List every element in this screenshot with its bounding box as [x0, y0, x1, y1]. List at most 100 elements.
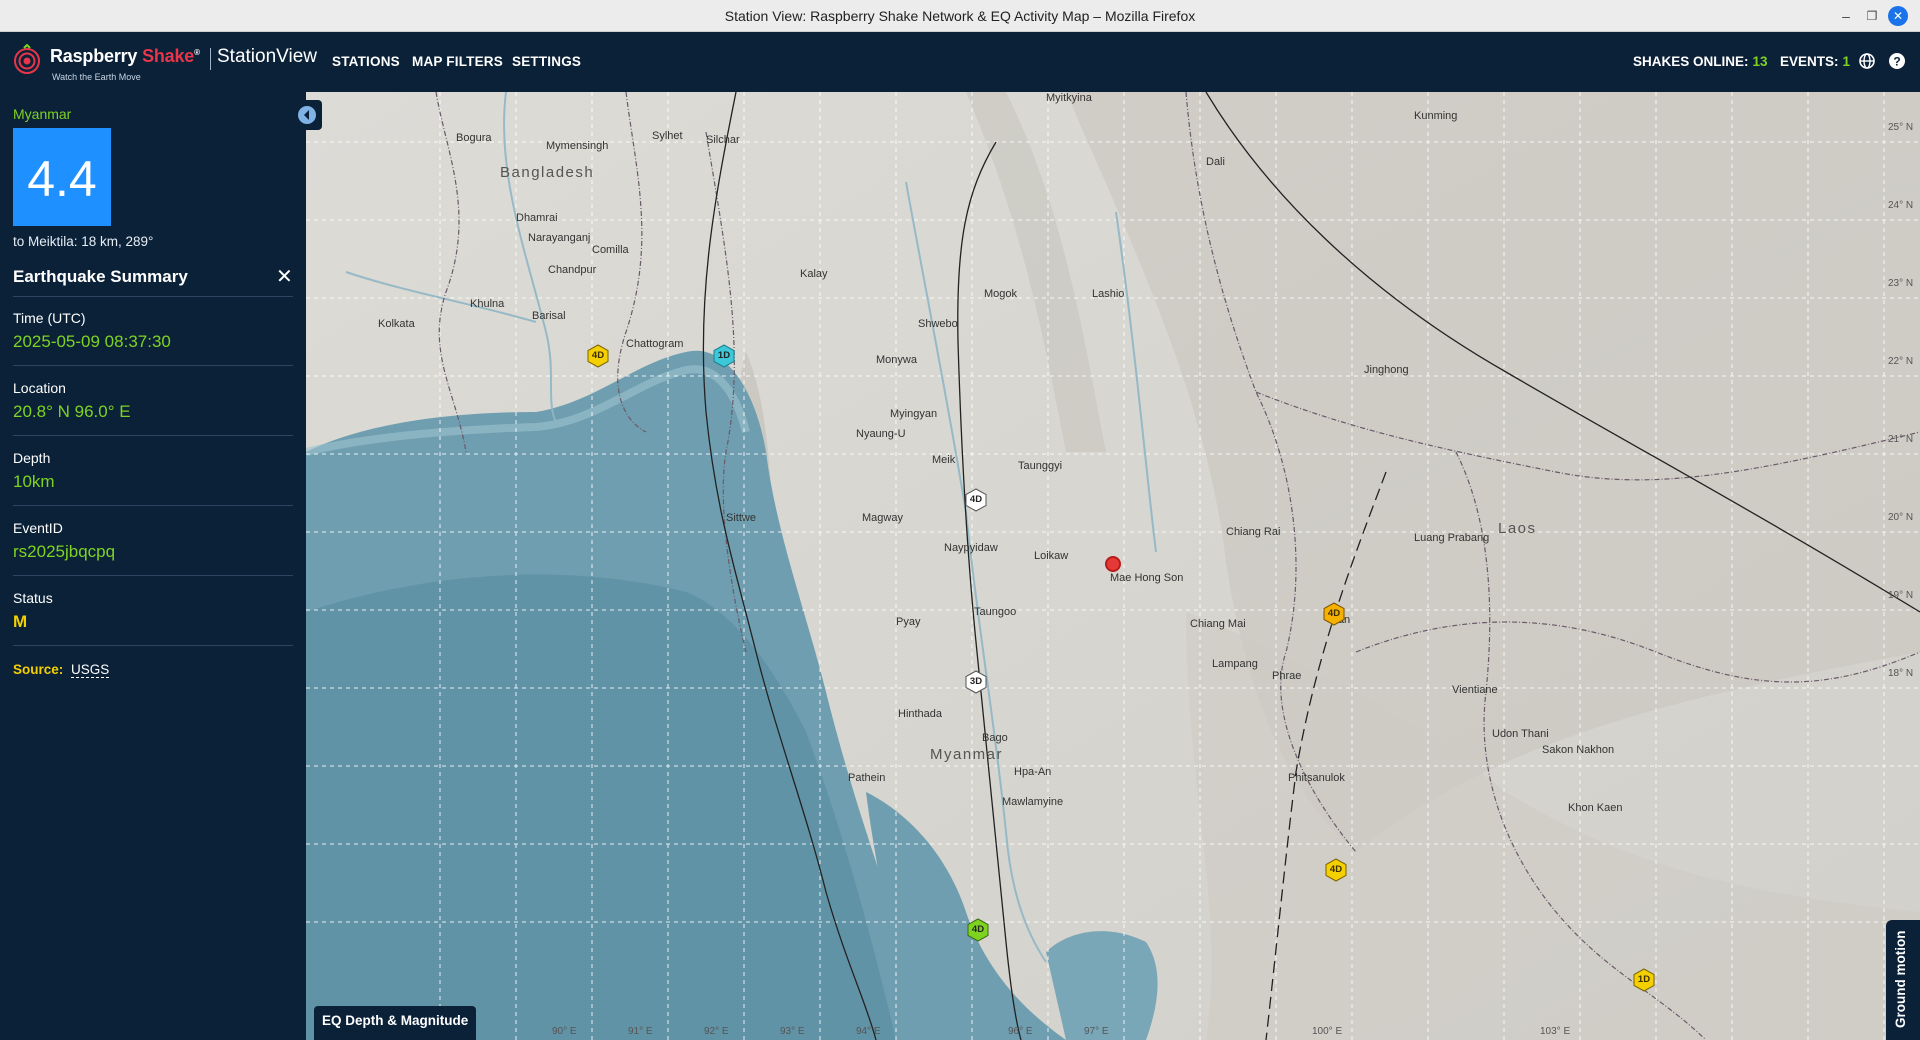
maximize-button[interactable]: ❐	[1862, 6, 1882, 26]
divider	[13, 575, 293, 576]
events-stat: EVENTS: 1	[1780, 32, 1850, 92]
chevron-left-icon	[298, 106, 316, 124]
label-lampang: Lampang	[1212, 658, 1258, 670]
earthquake-epicenter-marker[interactable]	[1105, 556, 1121, 572]
label-magway: Magway	[862, 512, 903, 524]
help-icon[interactable]: ?	[1888, 52, 1906, 70]
station-marker[interactable]: 4D	[586, 344, 610, 368]
time-label: Time (UTC)	[13, 310, 86, 326]
station-label: 4D	[971, 924, 985, 935]
label-lashio: Lashio	[1092, 288, 1125, 300]
brand-name: Raspberry Shake®	[50, 46, 200, 66]
label-chattogram: Chattogram	[626, 338, 684, 350]
window-title: Station View: Raspberry Shake Network & …	[724, 8, 1196, 24]
label-udon-thani: Udon Thani	[1492, 728, 1549, 740]
source-link[interactable]: USGS	[71, 662, 110, 678]
lat-tick: 18° N	[1888, 668, 1914, 679]
label-comilla: Comilla	[592, 244, 629, 256]
station-label: 3D	[969, 676, 983, 687]
label-bangladesh: Bangladesh	[500, 164, 595, 181]
svg-text:?: ?	[1893, 55, 1900, 69]
time-value: 2025-05-09 08:37:30	[13, 332, 171, 351]
shakes-online-count: 13	[1752, 54, 1768, 69]
label-sakon-nakhon: Sakon Nakhon	[1542, 744, 1615, 756]
location-label: Location	[13, 380, 66, 396]
station-label: 4D	[1327, 608, 1341, 619]
label-chiang-mai: Chiang Mai	[1190, 618, 1246, 630]
station-label: 4D	[591, 350, 605, 361]
lat-tick: 21° N	[1888, 434, 1914, 445]
brand-part1: Raspberry	[50, 46, 138, 66]
divider	[13, 296, 293, 297]
label-myanmar: Myanmar	[930, 746, 1004, 763]
nav-settings[interactable]: SETTINGS	[512, 32, 581, 92]
label-bogura: Bogura	[456, 132, 492, 144]
raspberry-shake-logo-icon	[14, 44, 40, 74]
label-chandpur: Chandpur	[548, 264, 597, 276]
station-label: 1D	[717, 350, 731, 361]
collapse-panel-button[interactable]	[293, 100, 322, 130]
label-taungoo: Taungoo	[974, 606, 1017, 618]
shakes-online-stat: SHAKES ONLINE: 13	[1633, 32, 1768, 92]
label-luang-prabang: Luang Prabang	[1414, 532, 1490, 544]
label-mae-hong-son: Mae Hong Son	[1110, 572, 1184, 584]
shakes-online-label: SHAKES ONLINE:	[1633, 54, 1749, 69]
eventid-value: rs2025jbqcpq	[13, 542, 116, 561]
close-summary-button[interactable]: ✕	[276, 264, 293, 289]
lat-tick: 25° N	[1888, 122, 1914, 133]
lon-tick: 91° E	[628, 1026, 653, 1037]
summary-title: Earthquake Summary	[13, 267, 188, 286]
station-marker[interactable]: 4D	[964, 488, 988, 512]
label-chiang-rai: Chiang Rai	[1226, 526, 1281, 538]
lon-tick: 96° E	[1008, 1026, 1033, 1037]
magnitude-value: 4.4	[27, 151, 97, 207]
map-canvas[interactable]: Bangladesh Myanmar Laos Dhamrai Narayang…	[306, 92, 1920, 1040]
eq-depth-magnitude-legend-button[interactable]: EQ Depth & Magnitude	[314, 1006, 477, 1040]
label-vientiane: Vientiane	[1452, 684, 1498, 696]
label-kunming: Kunming	[1414, 110, 1458, 122]
label-hinthada: Hinthada	[898, 708, 943, 720]
label-mogok: Mogok	[984, 288, 1018, 300]
logo-divider	[210, 48, 211, 70]
event-region: Myanmar	[13, 106, 72, 122]
tagline: Watch the Earth Move	[52, 72, 141, 82]
label-barisal: Barisal	[532, 310, 566, 322]
label-kolkata: Kolkata	[378, 318, 415, 330]
lat-tick: 20° N	[1888, 512, 1914, 523]
station-marker[interactable]: 1D	[712, 344, 736, 368]
nav-stations[interactable]: STATIONS	[332, 32, 400, 92]
station-marker[interactable]: 3D	[964, 670, 988, 694]
logo[interactable]: Raspberry Shake® StationView Watch the E…	[12, 40, 317, 86]
globe-icon[interactable]	[1858, 52, 1876, 70]
station-marker[interactable]: 4D	[1324, 858, 1348, 882]
close-window-button[interactable]: ✕	[1888, 6, 1908, 26]
app-header: Raspberry Shake® StationView Watch the E…	[0, 32, 1920, 92]
station-marker[interactable]: 1D	[1632, 968, 1656, 992]
lat-tick: 22° N	[1888, 356, 1914, 367]
label-pathein: Pathein	[848, 772, 886, 784]
lon-tick: 90° E	[552, 1026, 577, 1037]
lon-tick: 97° E	[1084, 1026, 1109, 1037]
eventid-label: EventID	[13, 520, 63, 536]
nav-map-filters[interactable]: MAP FILTERS	[412, 32, 503, 92]
brand-part2: Shake	[142, 46, 195, 66]
location-value: 20.8° N 96.0° E	[13, 402, 131, 421]
magnitude-badge: 4.4	[13, 128, 111, 226]
label-mymensingh: Mymensingh	[546, 140, 609, 152]
label-bago: Bago	[982, 732, 1008, 744]
label-jinghong: Jinghong	[1364, 364, 1409, 376]
depth-label: Depth	[13, 450, 51, 466]
depth-value: 10km	[13, 472, 55, 491]
station-marker[interactable]: 4D	[1322, 602, 1346, 626]
earthquake-side-panel: Myanmar 4.4 to Meiktila: 18 km, 289° Ear…	[0, 92, 322, 1040]
label-phitsanulok: Phitsanulok	[1288, 772, 1345, 784]
lat-tick: 23° N	[1888, 278, 1914, 289]
station-marker[interactable]: 4D	[966, 918, 990, 942]
ground-motion-button[interactable]: Ground motion	[1886, 920, 1920, 1040]
divider	[13, 645, 293, 646]
minimize-button[interactable]: –	[1836, 6, 1856, 26]
window-titlebar: Station View: Raspberry Shake Network & …	[0, 0, 1920, 32]
status-label: Status	[13, 590, 53, 606]
label-phrae: Phrae	[1272, 670, 1302, 682]
product-name: StationView	[217, 46, 317, 67]
